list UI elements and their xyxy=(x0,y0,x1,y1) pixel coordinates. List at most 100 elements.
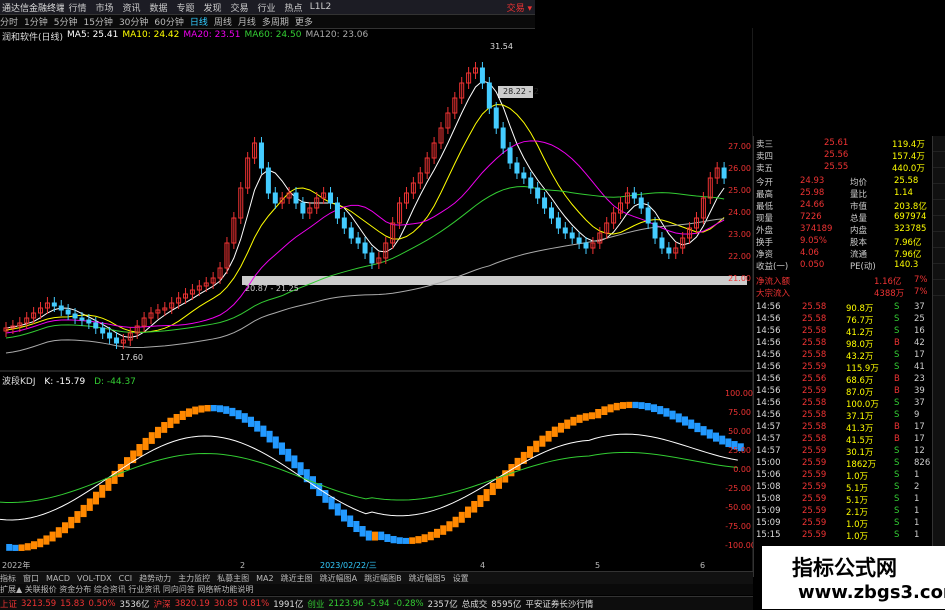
tab-main[interactable]: 跳近主图 xyxy=(281,573,313,584)
kdj-tick: 25.00 xyxy=(728,446,751,455)
stat-label: 均价 xyxy=(850,178,868,188)
kdj-bar xyxy=(210,405,217,412)
strip-icon-7[interactable] xyxy=(933,232,945,248)
tab-macd[interactable]: MACD xyxy=(46,574,70,583)
kdj-bar xyxy=(700,426,707,436)
tab-window[interactable]: 窗口 xyxy=(23,573,39,584)
tick-price: 25.58 xyxy=(802,338,827,348)
period-more[interactable]: 更多 xyxy=(295,15,313,28)
stat-label: 总量 xyxy=(850,214,868,224)
ask-label: 卖四 xyxy=(756,152,774,162)
strip-icon-2[interactable] xyxy=(933,152,945,168)
tab-cci[interactable]: CCI xyxy=(119,574,133,583)
indicator-tab-bar: 指标 窗口 MACD VOL-TDX CCI 趋势动力 主力监控 私募主图 MA… xyxy=(0,571,753,584)
kdj-bar xyxy=(390,535,397,544)
index-sh-label[interactable]: 上证 xyxy=(0,598,17,610)
tab-amp-a[interactable]: 跳近幅图A xyxy=(320,573,357,584)
index-hs-label[interactable]: 沪深 xyxy=(154,598,171,610)
kdj-bar xyxy=(347,515,354,527)
tab-amp-b[interactable]: 跳近幅图B xyxy=(364,573,402,584)
tick-time: 15:08 xyxy=(756,494,781,504)
menu-item-topic[interactable]: 专题 xyxy=(172,1,199,14)
tab-indicator[interactable]: 指标 xyxy=(0,573,16,584)
kdj-bar xyxy=(68,516,75,529)
stat-row: 换手 9.05% 股本 7.96亿 xyxy=(754,236,932,248)
stat-row: 今开 24.93 均价 25.58 xyxy=(754,176,932,188)
kdj-bar xyxy=(192,406,199,415)
tab-ma2[interactable]: MA2 xyxy=(256,574,273,583)
period-60min[interactable]: 60分钟 xyxy=(154,15,183,28)
strip-icon-5[interactable] xyxy=(933,200,945,216)
menu-item-l1l2[interactable]: L1L2 xyxy=(307,2,334,12)
tick-row: 15:08 25.59 5.1万 S 1 xyxy=(754,494,932,506)
kdj-bar xyxy=(223,406,230,414)
index-sh-change: 15.83 xyxy=(60,598,85,609)
period-1min[interactable]: 1分钟 xyxy=(24,15,48,28)
kdj-bar xyxy=(93,491,99,505)
strip-icon-8[interactable] xyxy=(933,248,945,264)
strip-icon-10[interactable] xyxy=(933,280,945,296)
tick-row: 15:15 25.59 1.0万 S 1 xyxy=(754,530,932,542)
tab-vol[interactable]: VOL-TDX xyxy=(77,574,112,583)
tab-private[interactable]: 私募主图 xyxy=(217,573,249,584)
ma5-line xyxy=(5,80,725,338)
candle-body xyxy=(58,305,64,311)
date-label-m1: 2 xyxy=(240,561,245,570)
period-fenshi[interactable]: 分时 xyxy=(0,15,18,28)
period-weekly[interactable]: 周线 xyxy=(214,15,232,28)
stat-value: 4.06 xyxy=(800,248,819,258)
period-monthly[interactable]: 月线 xyxy=(238,15,256,28)
ma-legend: 润和软件(日线) MA5: 25.41 MA10: 24.42 MA20: 23… xyxy=(2,30,372,43)
tab-trend[interactable]: 趋势动力 xyxy=(139,573,171,584)
tick-row: 15:06 25.59 1.0万 S 1 xyxy=(754,470,932,482)
tick-price: 25.59 xyxy=(802,518,827,528)
strip-icon-1[interactable] xyxy=(933,136,945,152)
menu-item-hot[interactable]: 热点 xyxy=(280,1,307,14)
side-icon-strip xyxy=(932,136,945,577)
chart-area[interactable]: 31.54 28.22 - 2 17.60 20.87 - 21.25 2022… xyxy=(0,28,753,571)
bottom-info-tabs[interactable]: 扩展▲ 关联报价 资金分布 综合资讯 行业资讯 同向问答 网络新功能说明 xyxy=(0,584,753,595)
period-15min[interactable]: 15分钟 xyxy=(83,15,112,28)
trade-account-button[interactable]: 交易 ▾ xyxy=(507,1,535,14)
tick-row: 15:00 25.59 1862万 S 826 xyxy=(754,458,932,470)
strip-icon-9[interactable] xyxy=(933,264,945,280)
period-daily[interactable]: 日线 xyxy=(190,15,208,28)
kdj-bar xyxy=(706,429,713,439)
period-5min[interactable]: 5分钟 xyxy=(54,15,78,28)
ask-label: 卖三 xyxy=(756,140,774,150)
stat-value: 9.05% xyxy=(800,236,828,246)
tick-volume: 1.0万 xyxy=(846,472,869,482)
strip-icon-3[interactable] xyxy=(933,168,945,184)
candle-body xyxy=(265,167,271,194)
tab-settings[interactable]: 设置 xyxy=(453,573,469,584)
date-label-left: 2022年 xyxy=(2,560,30,570)
date-label-m3: 4 xyxy=(480,561,485,570)
tab-monitor[interactable]: 主力监控 xyxy=(178,573,210,584)
menu-item-industry[interactable]: 行业 xyxy=(253,1,280,14)
tick-time: 14:57 xyxy=(756,434,781,444)
menu-item-news[interactable]: 资讯 xyxy=(118,1,145,14)
strip-icon-4[interactable] xyxy=(933,184,945,200)
menu-item-quotes[interactable]: 行情 xyxy=(64,1,91,14)
index-cy-label[interactable]: 创业 xyxy=(307,598,324,610)
tab-amp-5[interactable]: 跳近幅图5 xyxy=(409,573,446,584)
tick-row: 14:56 25.58 98.0万 B 42 xyxy=(754,338,932,350)
strip-icon-6[interactable] xyxy=(933,216,945,232)
period-30min[interactable]: 30分钟 xyxy=(119,15,148,28)
ask-label: 卖五 xyxy=(756,164,774,174)
menu-item-discover[interactable]: 发现 xyxy=(199,1,226,14)
ma60-line xyxy=(5,186,725,339)
ma-legend-ma20: MA20: 23.51 xyxy=(183,30,241,40)
menu-item-market[interactable]: 市场 xyxy=(91,1,118,14)
tick-time: 14:57 xyxy=(756,422,781,432)
tick-price: 25.58 xyxy=(802,422,827,432)
index-hs-change: 30.85 xyxy=(213,598,239,609)
kdj-d-line xyxy=(0,451,738,503)
period-multi[interactable]: 多周期 xyxy=(262,15,289,28)
menu-item-trade[interactable]: 交易 xyxy=(226,1,253,14)
candle-body xyxy=(334,202,340,219)
kdj-bar xyxy=(297,462,304,476)
menu-item-data[interactable]: 数据 xyxy=(145,1,172,14)
tick-volume: 87.0万 xyxy=(846,388,874,398)
kdj-tick: -75.00 xyxy=(725,522,751,531)
